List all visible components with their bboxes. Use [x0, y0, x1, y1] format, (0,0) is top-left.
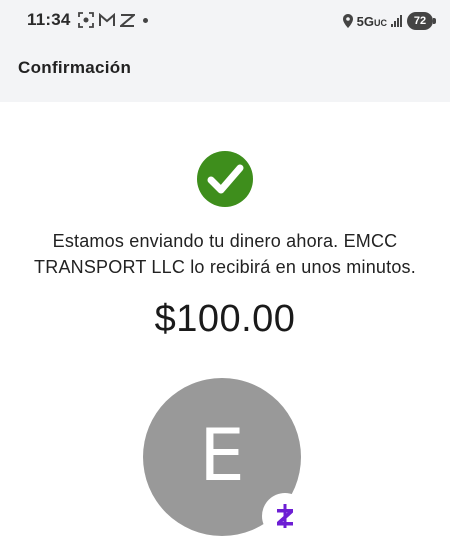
network-type: 5GUC [356, 13, 387, 29]
battery-indicator: 72 [407, 12, 436, 30]
zelle-badge [262, 493, 308, 539]
status-time: 11:34 [27, 10, 71, 29]
zelle-logo-icon [268, 499, 302, 533]
amount-sent: $100.00 [154, 298, 296, 340]
sync-icon [120, 13, 135, 27]
app-header: Confirmación [0, 40, 450, 102]
signal-icon [391, 15, 402, 27]
page-title: Confirmación [18, 58, 132, 77]
status-bar: 11:34 5GUC 72 [0, 0, 450, 40]
gmail-icon [99, 13, 115, 26]
notification-icons [78, 12, 148, 28]
avatar-initial: E [199, 413, 245, 497]
check-circle-icon [197, 151, 253, 207]
screenshot-icon [78, 12, 94, 28]
system-status: 5GUC 72 [342, 11, 436, 31]
more-notifications-dot [143, 17, 148, 23]
location-icon [342, 14, 353, 28]
confirmation-message: Estamos enviando tu dinero ahora. EMCC T… [34, 231, 416, 277]
